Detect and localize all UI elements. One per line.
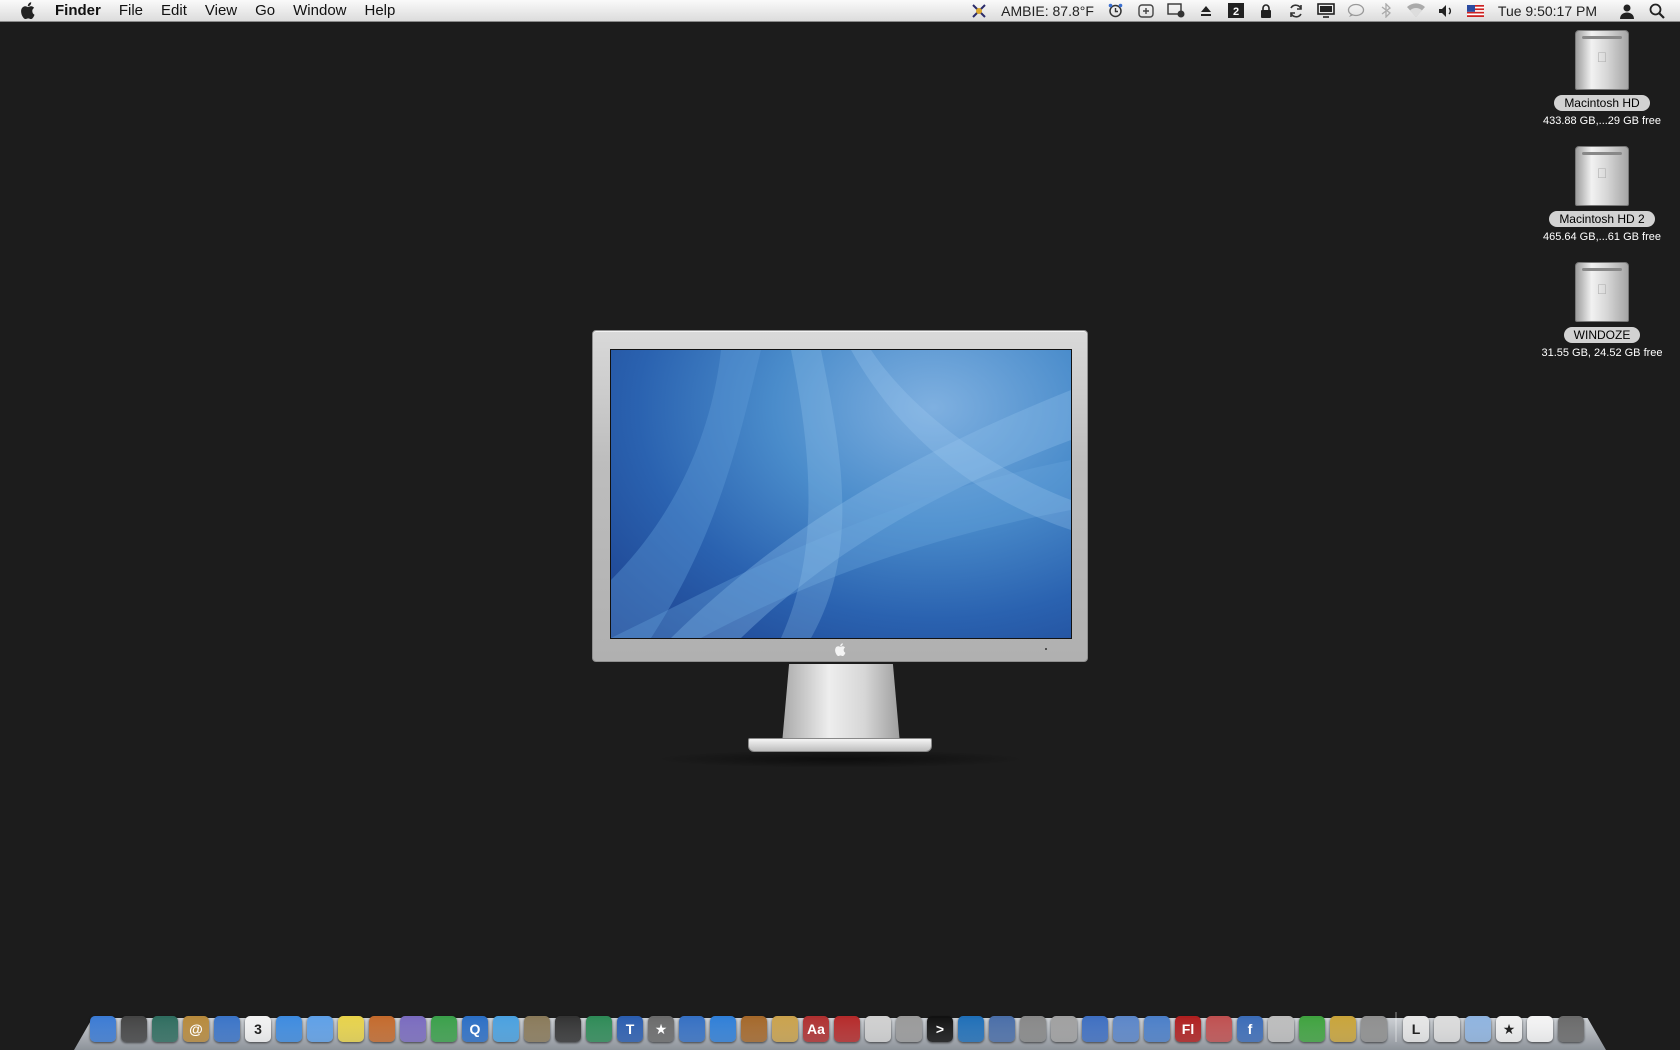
system-prefs-icon[interactable] — [1361, 1016, 1387, 1042]
hard-drive-icon[interactable] — [1575, 262, 1629, 322]
aqua-wave-graphic — [611, 350, 1071, 638]
help-menu[interactable]: Help — [356, 0, 405, 22]
safari-icon[interactable] — [276, 1016, 302, 1042]
scanner-icon[interactable] — [1051, 1016, 1077, 1042]
quicktime-player-icon[interactable] — [958, 1016, 984, 1042]
finder-menu[interactable]: Finder — [46, 0, 110, 22]
go-menu[interactable]: Go — [246, 0, 284, 22]
weather-readout[interactable]: AMBIE: 87.8°F — [994, 0, 1101, 22]
flash-ff-icon[interactable] — [1082, 1016, 1108, 1042]
time-machine-icon[interactable] — [152, 1016, 178, 1042]
dreamweaver-icon[interactable] — [1144, 1016, 1170, 1042]
file-menu[interactable]: File — [110, 0, 152, 22]
apple-menu-icon[interactable] — [14, 0, 40, 22]
numbers-icon[interactable] — [431, 1016, 457, 1042]
sun-icon[interactable] — [1330, 1016, 1356, 1042]
ambie-icon[interactable] — [964, 0, 994, 22]
iphoto-icon[interactable] — [524, 1016, 550, 1042]
user-icon[interactable] — [1612, 0, 1642, 22]
view-menu[interactable]: View — [196, 0, 246, 22]
spotlight-icon[interactable] — [1642, 0, 1672, 22]
clock[interactable]: Tue 9:50:17 PM — [1491, 0, 1604, 22]
utility-red-icon[interactable] — [1206, 1016, 1232, 1042]
hard-drive-icon[interactable] — [1575, 146, 1629, 206]
dictionary-icon[interactable]: Aa — [803, 1016, 829, 1042]
trash-icon[interactable] — [1558, 1016, 1584, 1042]
alarm-icon[interactable] — [1101, 0, 1131, 22]
applications-folder-icon[interactable] — [1465, 1016, 1491, 1042]
downloads-stack-icon[interactable] — [1434, 1016, 1460, 1042]
window-menu[interactable]: Window — [284, 0, 355, 22]
monitor-stand-neck — [782, 664, 900, 744]
keynote-icon[interactable] — [369, 1016, 395, 1042]
display-icon[interactable] — [1161, 0, 1191, 22]
drive-name[interactable]: Macintosh HD 2 — [1549, 211, 1655, 227]
text-editor-icon[interactable]: T — [617, 1016, 643, 1042]
brush-icon[interactable] — [400, 1016, 426, 1042]
favorites-stack-icon[interactable]: ★ — [1496, 1016, 1522, 1042]
terminal-icon[interactable]: > — [927, 1016, 953, 1042]
flag-icon[interactable] — [1461, 0, 1491, 22]
svg-text:2: 2 — [1233, 6, 1239, 18]
screen-icon[interactable] — [1311, 0, 1341, 22]
system-profiler-icon[interactable] — [989, 1016, 1015, 1042]
dock: @3 Q T ★ Aa > Fl f L ★ — [90, 1006, 1590, 1042]
spaces-icon[interactable]: 2 — [1221, 0, 1251, 22]
itunes-icon[interactable] — [493, 1016, 519, 1042]
volume-icon[interactable] — [1431, 0, 1461, 22]
desktop-drive-macintosh-hd[interactable]: Macintosh HD 433.88 GB,...29 GB free — [1532, 30, 1672, 127]
desktop-drive-macintosh-hd-2[interactable]: Macintosh HD 2 465.64 GB,...61 GB free — [1532, 146, 1672, 243]
imovie-star-icon[interactable]: ★ — [648, 1016, 674, 1042]
mail-stamp-icon[interactable] — [214, 1016, 240, 1042]
address-book-icon[interactable]: @ — [183, 1016, 209, 1042]
monitor-bezel — [592, 330, 1088, 662]
flash-player-icon[interactable]: f — [1237, 1016, 1263, 1042]
drive-info: 465.64 GB,...61 GB free — [1542, 231, 1661, 243]
drive-info: 31.55 GB, 24.52 GB free — [1541, 347, 1663, 359]
flash-icon[interactable]: Fl — [1175, 1016, 1201, 1042]
finder-icon[interactable] — [90, 1016, 116, 1042]
ical-icon[interactable]: 3 — [245, 1016, 271, 1042]
preview-icon[interactable] — [772, 1016, 798, 1042]
ichat-icon[interactable] — [307, 1016, 333, 1042]
lock-icon[interactable] — [1251, 0, 1281, 22]
hard-drive-icon[interactable] — [1575, 30, 1629, 90]
monitor-stand-foot — [748, 738, 932, 752]
hard-drive-icon[interactable] — [1268, 1016, 1294, 1042]
dashboard-icon[interactable] — [121, 1016, 147, 1042]
script-editor-icon[interactable] — [1113, 1016, 1139, 1042]
sync-icon[interactable] — [1281, 0, 1311, 22]
edit-menu[interactable]: Edit — [152, 0, 196, 22]
eject-icon[interactable] — [1191, 0, 1221, 22]
quicktime-icon[interactable]: Q — [462, 1016, 488, 1042]
wifi-icon[interactable] — [1401, 0, 1431, 22]
photo-stack-icon[interactable] — [834, 1016, 860, 1042]
clapper-icon[interactable] — [679, 1016, 705, 1042]
menu-bar: Finder File Edit View Go Window Help AMB… — [0, 0, 1680, 22]
document-file-icon[interactable] — [1527, 1016, 1553, 1042]
desktop-drive-windoze[interactable]: WINDOZE 31.55 GB, 24.52 GB free — [1532, 262, 1672, 359]
documents-stack-icon[interactable]: L — [1403, 1016, 1429, 1042]
stickies-icon[interactable] — [338, 1016, 364, 1042]
textedit-pen-icon[interactable] — [865, 1016, 891, 1042]
monitor-shadow — [652, 750, 1028, 768]
idvd-icon[interactable] — [710, 1016, 736, 1042]
drive-name[interactable]: WINDOZE — [1563, 327, 1641, 343]
chat-icon[interactable] — [1341, 0, 1371, 22]
calculator-icon[interactable] — [896, 1016, 922, 1042]
power-led — [1045, 648, 1047, 650]
monitor-screen — [610, 349, 1072, 639]
photo-booth-icon[interactable] — [555, 1016, 581, 1042]
settings-gear-icon[interactable] — [1299, 1016, 1325, 1042]
bluetooth-icon[interactable] — [1371, 0, 1401, 22]
disk-utility-icon[interactable] — [1020, 1016, 1046, 1042]
dock-separator — [1395, 1012, 1397, 1042]
drive-info: 433.88 GB,...29 GB free — [1542, 115, 1661, 127]
wallpaper-monitor — [592, 330, 1088, 768]
plus-box-icon[interactable] — [1131, 0, 1161, 22]
itunes-music-icon[interactable] — [586, 1016, 612, 1042]
garageband-icon[interactable] — [741, 1016, 767, 1042]
drive-name[interactable]: Macintosh HD — [1554, 95, 1650, 111]
bezel-apple-logo-icon — [835, 643, 846, 656]
